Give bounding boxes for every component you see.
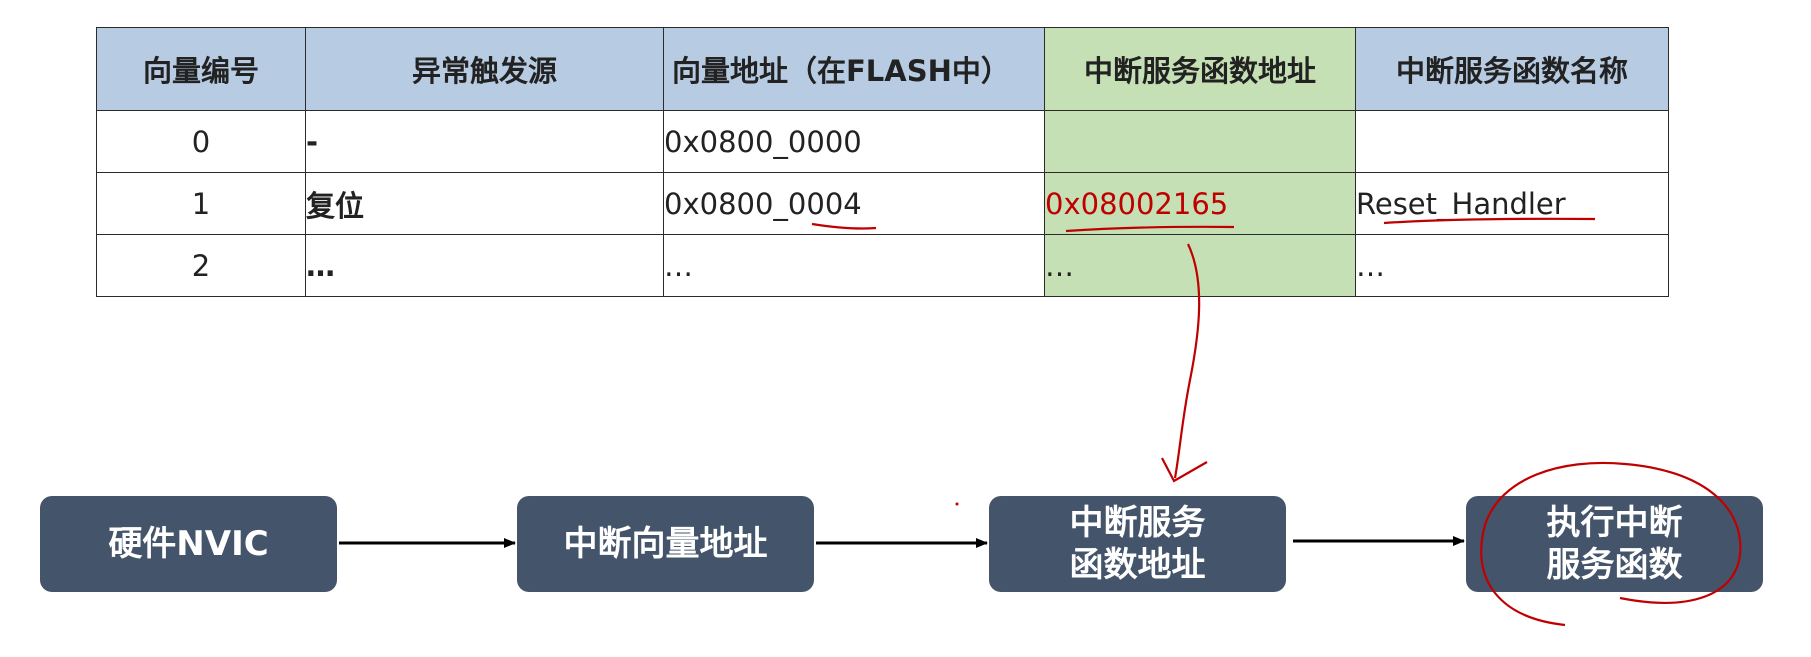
annotation-arrow [1161, 457, 1208, 483]
annotation-overlay [339, 217, 1742, 627]
annotation-underline [1383, 217, 1596, 225]
annotation-arrow [1173, 243, 1201, 479]
annotation-circle [1480, 461, 1742, 627]
annotation-underline [811, 222, 877, 230]
annotation-dot [955, 502, 959, 506]
annotation-underline [1065, 225, 1235, 233]
